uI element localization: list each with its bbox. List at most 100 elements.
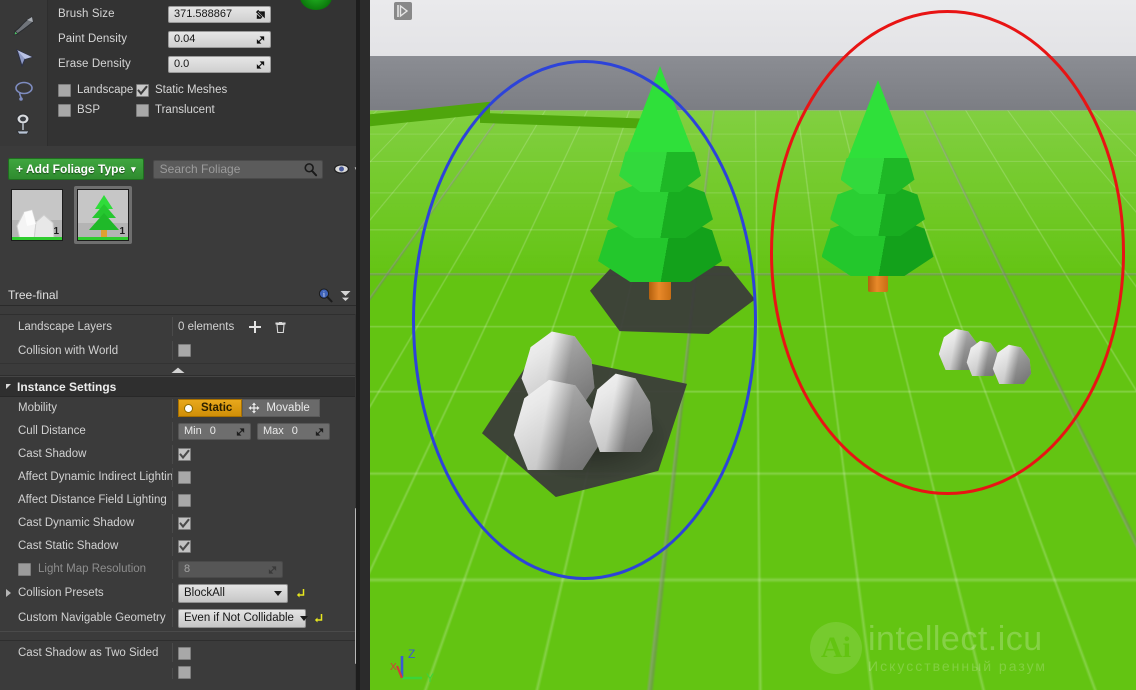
affect-dynamic-indirect-lighting-checkbox[interactable] (178, 470, 191, 484)
filter-static-meshes[interactable]: Static Meshes (136, 83, 228, 97)
translucent-checkbox[interactable] (136, 103, 149, 117)
foliage-tile-tree-wrap: 1 (74, 186, 132, 244)
column-separator (172, 491, 173, 510)
paint-tool-button[interactable] (0, 8, 48, 41)
foliage-tile-tree[interactable]: 1 (77, 189, 129, 241)
paint-density-row: Paint Density 0.04 (58, 28, 348, 50)
revert-arrow-icon[interactable] (312, 612, 324, 624)
spinner-drag-icon[interactable] (255, 59, 266, 71)
add-foliage-type-button[interactable]: + Add Foliage Type ▾ (8, 158, 144, 180)
column-separator (172, 608, 173, 627)
light-map-resolution-override-checkbox[interactable] (18, 562, 31, 576)
foliage-type-list: 1 1 (8, 186, 132, 244)
foliage-toolbar: + Add Foliage Type ▾ Search Foliage ▾ (0, 154, 360, 184)
collision-presets-label: Collision Presets (18, 587, 104, 599)
custom-navigable-geometry-row: Custom Navigable Geometry Even if Not Co… (0, 606, 355, 631)
mobility-static-button[interactable]: Static (178, 399, 243, 417)
static-meshes-checkbox[interactable] (136, 83, 149, 97)
filter-translucent[interactable]: Translucent (136, 103, 215, 117)
axis-label-z: Z (408, 647, 415, 661)
check-icon (137, 85, 148, 95)
foliage-editor-panel: Brush Size 371.588867 Paint Density 0.04 (0, 0, 370, 690)
mobility-movable-button[interactable]: Movable (242, 399, 320, 417)
cull-distance-min-value: 0 (209, 425, 216, 437)
custom-navigable-geometry-label: Custom Navigable Geometry (18, 612, 166, 624)
eye-icon (333, 164, 349, 174)
lasso-select-tool-button[interactable] (0, 74, 48, 107)
affect-distance-field-lighting-row: Affect Distance Field Lighting (0, 489, 355, 512)
brush-size-input[interactable]: 371.588867 (168, 5, 271, 23)
tree-instance-left[interactable] (585, 60, 735, 300)
axis-label-y: Y (426, 671, 434, 685)
affect-dynamic-indirect-lighting-label: Affect Dynamic Indirect Lighting (18, 471, 172, 483)
level-viewport[interactable]: Z Y X Ai intellect.icu Искусственный раз… (370, 0, 1136, 690)
brush-size-value: 371.588867 (174, 8, 233, 20)
filter-landscape[interactable]: Landscape (58, 83, 136, 97)
collapse-up-icon (171, 367, 184, 373)
plus-icon[interactable] (248, 320, 262, 334)
spinner-drag-icon[interactable] (255, 34, 266, 46)
viewport-axis-gizmo: Z Y X (390, 647, 434, 685)
search-icon (304, 162, 317, 176)
column-separator (172, 422, 173, 441)
mobility-static-label: Static (201, 402, 233, 414)
landscape-checkbox[interactable] (58, 83, 71, 97)
erase-density-label: Erase Density (58, 58, 131, 70)
foliage-tile-rock[interactable]: 1 (11, 189, 63, 241)
search-foliage-input[interactable]: Search Foliage (152, 159, 323, 179)
cast-shadow-as-two-sided-label: Cast Shadow as Two Sided (18, 647, 159, 659)
static-meshes-label: Static Meshes (155, 84, 228, 96)
brush-filters-group: Landscape Static Meshes BSP Translucent (58, 80, 348, 120)
custom-navigable-geometry-combo[interactable]: Even if Not Collidable (178, 608, 308, 628)
collapse-section-strip[interactable] (0, 363, 355, 376)
property-group-divider (0, 631, 355, 641)
partial-next-property-checkbox[interactable] (178, 666, 191, 679)
column-separator (172, 399, 173, 418)
collision-with-world-row: Collision with World (0, 339, 355, 363)
select-tool-button[interactable] (0, 41, 48, 74)
instance-settings-section-header[interactable]: Instance Settings (0, 376, 355, 397)
spinner-drag-icon[interactable] (255, 9, 266, 21)
expand-viewport-icon (397, 4, 409, 18)
info-search-icon[interactable]: i (317, 287, 333, 303)
mobility-movable-label: Movable (266, 402, 310, 414)
axis-label-x: X (390, 662, 397, 673)
filter-bsp[interactable]: BSP (58, 103, 136, 117)
partial-tool-button-top[interactable] (0, 0, 48, 8)
details-header: Tree-final i (0, 284, 360, 306)
collision-with-world-label: Collision with World (18, 344, 119, 357)
column-separator (172, 468, 173, 487)
filter-line-1: Landscape Static Meshes (58, 80, 348, 100)
affect-distance-field-lighting-checkbox[interactable] (178, 493, 191, 507)
add-foliage-plus: + (16, 162, 24, 176)
collision-presets-value: BlockAll (184, 587, 225, 599)
spinner-drag-icon[interactable] (235, 426, 246, 438)
landscape-layers-label: Landscape Layers (18, 320, 112, 333)
revert-arrow-icon[interactable] (294, 587, 306, 599)
erase-density-input[interactable]: 0.0 (168, 55, 271, 73)
cast-static-shadow-row: Cast Static Shadow (0, 535, 355, 558)
chevron-double-down-icon[interactable] (339, 288, 352, 302)
cast-dynamic-shadow-checkbox[interactable] (178, 516, 191, 530)
paint-bucket-tool-button[interactable] (0, 107, 48, 140)
cast-static-shadow-checkbox[interactable] (178, 539, 191, 553)
cull-distance-min-input[interactable]: Min 0 (178, 422, 251, 440)
cull-distance-max-input[interactable]: Max 0 (257, 422, 330, 440)
paint-density-input[interactable]: 0.04 (168, 30, 271, 48)
tree-foliage-top-cone (847, 80, 908, 158)
spinner-drag-icon (268, 565, 277, 574)
spinner-drag-icon[interactable] (314, 426, 325, 438)
collision-presets-combo[interactable]: BlockAll (178, 583, 288, 603)
cast-shadow-checkbox[interactable] (178, 447, 191, 461)
column-separator (172, 445, 173, 464)
viewport-expand-button[interactable] (394, 2, 412, 20)
cull-distance-label: Cull Distance (18, 425, 86, 437)
cast-shadow-as-two-sided-checkbox[interactable] (178, 646, 191, 660)
collision-with-world-checkbox[interactable] (178, 344, 191, 357)
cursor-arrow-icon (16, 48, 34, 67)
column-separator (172, 317, 173, 336)
tree-instance-right[interactable] (810, 72, 945, 292)
bsp-checkbox[interactable] (58, 103, 71, 117)
trash-icon[interactable] (274, 320, 287, 334)
expand-collision-presets-icon[interactable] (6, 589, 11, 597)
